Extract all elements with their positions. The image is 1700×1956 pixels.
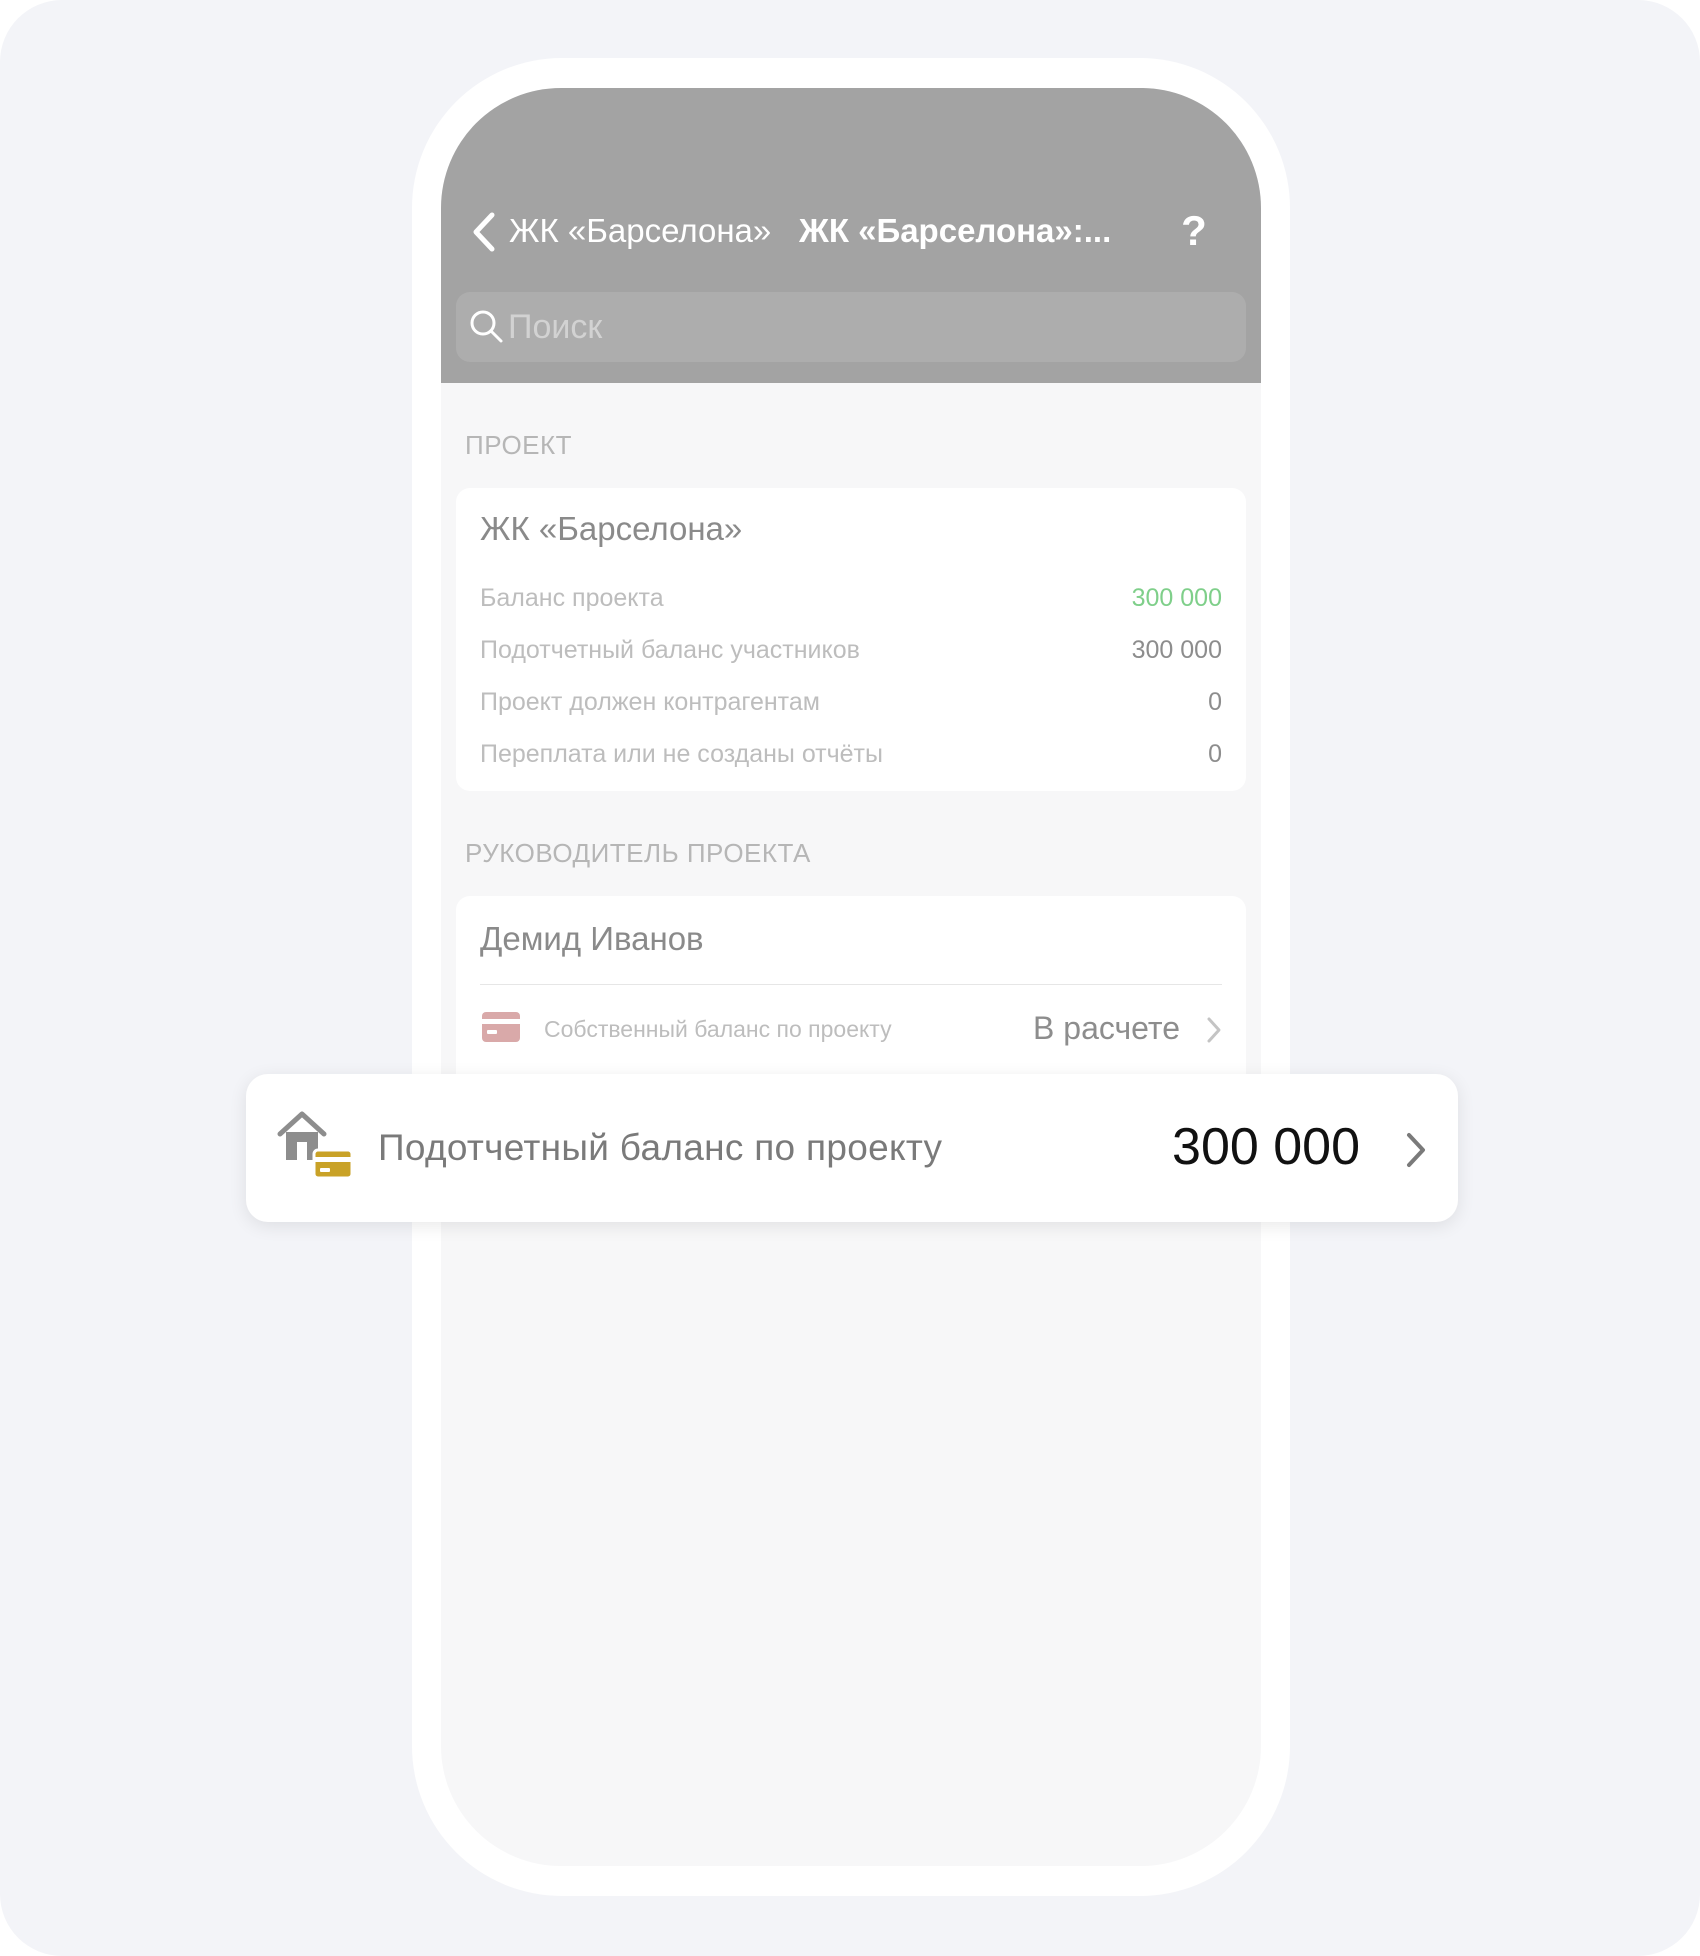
page-title: ЖК «Барселона»:... <box>799 212 1112 249</box>
stat-value: 300 000 <box>1131 584 1222 612</box>
stat-row-project-balance: Баланс проекта 300 000 <box>480 578 1222 618</box>
stat-label: Переплата или не созданы отчёты <box>480 740 883 768</box>
chevron-right-icon <box>1207 1017 1221 1043</box>
stat-row-owes-contractors: Проект должен контрагентам 0 <box>480 682 1222 722</box>
stat-row-participants-balance: Подотчетный баланс участников 300 000 <box>480 630 1222 670</box>
stat-label: Проект должен контрагентам <box>480 688 820 716</box>
help-button[interactable]: ? <box>1169 204 1219 258</box>
highlight-value: 300 000 <box>1172 1118 1360 1176</box>
manager-name[interactable]: Демид Иванов <box>480 920 704 958</box>
stat-value: 0 <box>1208 740 1222 768</box>
navigation-header: ЖК «Барселона» ЖК «Барселона»:... ? <box>441 88 1261 383</box>
stat-label: Баланс проекта <box>480 584 664 612</box>
own-balance-label: Собственный баланс по проекту <box>544 1016 892 1042</box>
back-label[interactable]: ЖК «Барселона» <box>509 206 771 256</box>
chevron-right-icon <box>1407 1133 1425 1167</box>
search-icon <box>470 310 503 343</box>
section-label-project: ПРОЕКТ <box>465 430 573 460</box>
highlight-label: Подотчетный баланс по проекту <box>378 1127 943 1168</box>
stat-row-overpayment: Переплата или не созданы отчёты 0 <box>480 734 1222 774</box>
highlight-balance-card[interactable]: Подотчетный баланс по проекту 300 000 <box>246 1074 1458 1222</box>
back-button[interactable] <box>463 208 503 256</box>
chevron-left-icon <box>473 212 495 252</box>
stat-value: 0 <box>1208 688 1222 716</box>
section-label-manager: РУКОВОДИТЕЛЬ ПРОЕКТА <box>465 838 811 868</box>
project-name: ЖК «Барселона» <box>480 510 743 547</box>
stat-value: 300 000 <box>1131 636 1222 664</box>
own-balance-row[interactable]: Собственный баланс по проекту В расчете <box>456 985 1246 1075</box>
own-balance-value: В расчете <box>1033 1010 1180 1046</box>
search-bar[interactable] <box>456 292 1246 362</box>
phone-screen: ЖК «Барселона» ЖК «Барселона»:... ? ПРОЕ… <box>441 88 1261 1866</box>
house-card-icon <box>277 1111 354 1180</box>
project-card: ЖК «Барселона» Баланс проекта 300 000 По… <box>456 488 1246 791</box>
stat-label: Подотчетный баланс участников <box>480 636 860 664</box>
search-input[interactable] <box>508 302 1208 352</box>
credit-card-icon <box>482 1012 520 1042</box>
